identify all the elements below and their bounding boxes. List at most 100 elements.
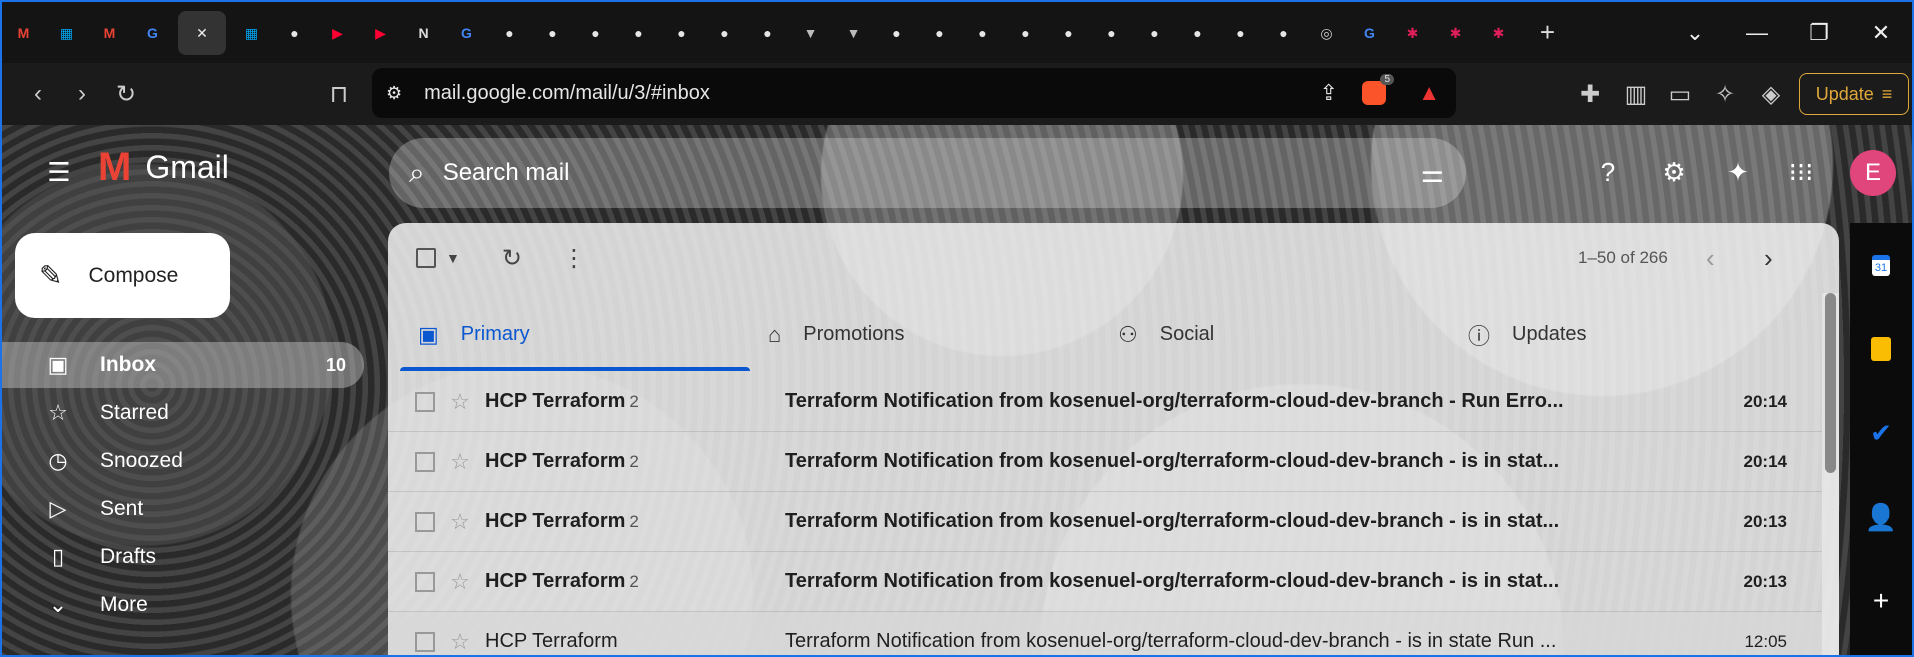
scrollbar[interactable] — [1822, 293, 1839, 655]
wallet-icon[interactable]: ▭ — [1658, 72, 1702, 116]
row-checkbox[interactable] — [415, 391, 435, 412]
star-icon[interactable]: ☆ — [435, 629, 485, 655]
browser-tab[interactable]: ● — [574, 11, 617, 55]
browser-tab[interactable]: ✱ — [1477, 11, 1520, 55]
tasks-icon[interactable]: ✔ — [1850, 391, 1912, 475]
gemini-icon[interactable]: ✦ — [1711, 145, 1765, 199]
newer-page-icon[interactable]: ‹ — [1706, 243, 1715, 274]
browser-tab[interactable]: ▦ — [230, 11, 273, 55]
reload-button[interactable]: ↻ — [104, 72, 148, 116]
sidebar-item-more[interactable]: ⌄ More — [2, 582, 364, 628]
close-window-button[interactable]: ✕ — [1850, 20, 1912, 46]
browser-tab[interactable]: ● — [660, 11, 703, 55]
browser-tab[interactable]: ▦ — [45, 11, 88, 55]
sidebar-item-drafts[interactable]: ▯ Drafts — [2, 534, 364, 580]
share-icon[interactable]: ⇪ — [1320, 80, 1338, 106]
brave-rewards-icon[interactable]: ▲ — [1418, 80, 1440, 106]
browser-tab[interactable]: M — [2, 11, 45, 55]
browser-tab[interactable]: ✕ — [178, 10, 226, 55]
browser-tab[interactable]: ● — [961, 11, 1004, 55]
select-dropdown-icon[interactable]: ▼ — [446, 250, 460, 266]
email-row[interactable]: ☆ HCP Terraform 2 Terraform Notification fr… — [388, 492, 1822, 552]
sidebar-item-sent[interactable]: ▷ Sent — [2, 486, 364, 532]
browser-tab[interactable]: N — [402, 11, 445, 55]
browser-tab[interactable]: ● — [531, 11, 574, 55]
browser-tab[interactable]: G — [1348, 11, 1391, 55]
browser-tab[interactable]: ◎ — [1305, 11, 1348, 55]
sidebar-item-snoozed[interactable]: ◷ Snoozed — [2, 438, 364, 484]
vpn-icon[interactable]: ◈ — [1749, 72, 1793, 116]
tab-updates[interactable]: ⓘ Updates — [1450, 298, 1800, 371]
help-icon[interactable]: ? — [1581, 145, 1635, 199]
star-icon[interactable]: ☆ — [435, 509, 485, 535]
email-row[interactable]: ☆ HCP Terraform 2 Terraform Notification fr… — [388, 432, 1822, 492]
browser-tab[interactable]: ● — [1133, 11, 1176, 55]
settings-icon[interactable]: ⚙ — [1647, 145, 1701, 199]
select-all-checkbox[interactable] — [416, 248, 436, 268]
browser-tab[interactable]: G — [445, 11, 488, 55]
star-icon[interactable]: ☆ — [435, 569, 485, 595]
browser-tab[interactable]: ▶ — [359, 11, 402, 55]
browser-tab[interactable]: ▼ — [832, 11, 875, 55]
site-settings-icon[interactable]: ⚙ — [386, 83, 402, 104]
search-bar[interactable]: ⌕ Search mail ⚌ — [389, 138, 1466, 208]
get-addons-icon[interactable]: + — [1850, 559, 1912, 643]
browser-tab[interactable]: ● — [746, 11, 789, 55]
browser-tab[interactable]: G — [131, 11, 174, 55]
tab-primary[interactable]: ▣ Primary — [400, 298, 750, 371]
browser-tab[interactable]: ● — [1090, 11, 1133, 55]
new-tab-button[interactable]: + — [1526, 11, 1569, 55]
browser-tab[interactable]: ● — [703, 11, 746, 55]
row-checkbox[interactable] — [415, 631, 435, 652]
forward-button[interactable]: › — [60, 72, 104, 116]
browser-tab[interactable]: ● — [488, 11, 531, 55]
tab-promotions[interactable]: ⌂ Promotions — [750, 298, 1100, 371]
browser-tab[interactable]: ● — [1262, 11, 1305, 55]
star-icon[interactable]: ☆ — [435, 449, 485, 475]
row-checkbox[interactable] — [415, 451, 435, 472]
contacts-icon[interactable]: 👤 — [1850, 475, 1912, 559]
sidebar-item-inbox[interactable]: ▣ Inbox 10 — [2, 342, 364, 388]
back-button[interactable]: ‹ — [16, 72, 60, 116]
apps-grid-icon[interactable]: ⁝⁝⁝ — [1774, 145, 1828, 199]
browser-tab[interactable]: ✱ — [1434, 11, 1477, 55]
brave-shield-icon[interactable] — [1362, 81, 1386, 105]
star-icon[interactable]: ☆ — [435, 389, 485, 415]
email-row[interactable]: ☆ HCP Terraform 2 Terraform Notification fr… — [388, 372, 1822, 432]
update-button[interactable]: Update ≡ — [1799, 73, 1909, 115]
browser-tab[interactable]: ▼ — [789, 11, 832, 55]
refresh-icon[interactable]: ↻ — [502, 244, 522, 273]
browser-tab[interactable]: ● — [273, 11, 316, 55]
sidebar-item-starred[interactable]: ☆ Starred — [2, 390, 364, 436]
browser-tab[interactable]: ● — [875, 11, 918, 55]
tab-social[interactable]: ⚇ Social — [1100, 298, 1450, 371]
browser-tab[interactable]: ● — [1047, 11, 1090, 55]
bookmark-icon[interactable]: ⊓ — [317, 72, 361, 116]
address-bar[interactable]: ⚙ mail.google.com/mail/u/3/#inbox ⇪ 5 ▲ — [372, 68, 1456, 118]
avatar[interactable]: E — [1850, 150, 1896, 196]
email-row[interactable]: ☆ HCP Terraform Terraform Notification fro… — [388, 612, 1822, 655]
keep-icon[interactable] — [1850, 307, 1912, 391]
leo-ai-icon[interactable]: ✧ — [1703, 72, 1747, 116]
row-checkbox[interactable] — [415, 571, 435, 592]
browser-tab[interactable]: ✱ — [1391, 11, 1434, 55]
extensions-icon[interactable]: ✚ — [1568, 72, 1612, 116]
compose-button[interactable]: ✎ Compose — [15, 233, 230, 318]
minimize-button[interactable]: — — [1726, 20, 1788, 46]
browser-tab[interactable]: ● — [617, 11, 660, 55]
browser-tab[interactable]: ● — [918, 11, 961, 55]
browser-tab[interactable]: ● — [1004, 11, 1047, 55]
sidebar-icon[interactable]: ▥ — [1614, 72, 1658, 116]
search-options-icon[interactable]: ⚌ — [1421, 158, 1444, 189]
email-row[interactable]: ☆ HCP Terraform 2 Terraform Notification fr… — [388, 552, 1822, 612]
scrollbar-thumb[interactable] — [1825, 293, 1836, 473]
browser-tab[interactable]: ● — [1219, 11, 1262, 55]
more-options-icon[interactable]: ⋮ — [562, 244, 586, 273]
calendar-icon[interactable]: 31 — [1850, 223, 1912, 307]
restore-button[interactable]: ❐ — [1788, 20, 1850, 46]
row-checkbox[interactable] — [415, 511, 435, 532]
search-icon[interactable]: ⌕ — [409, 157, 425, 190]
browser-tab[interactable]: ● — [1176, 11, 1219, 55]
gmail-logo[interactable]: M Gmail — [98, 145, 229, 190]
main-menu-icon[interactable]: ☰ — [32, 145, 86, 199]
